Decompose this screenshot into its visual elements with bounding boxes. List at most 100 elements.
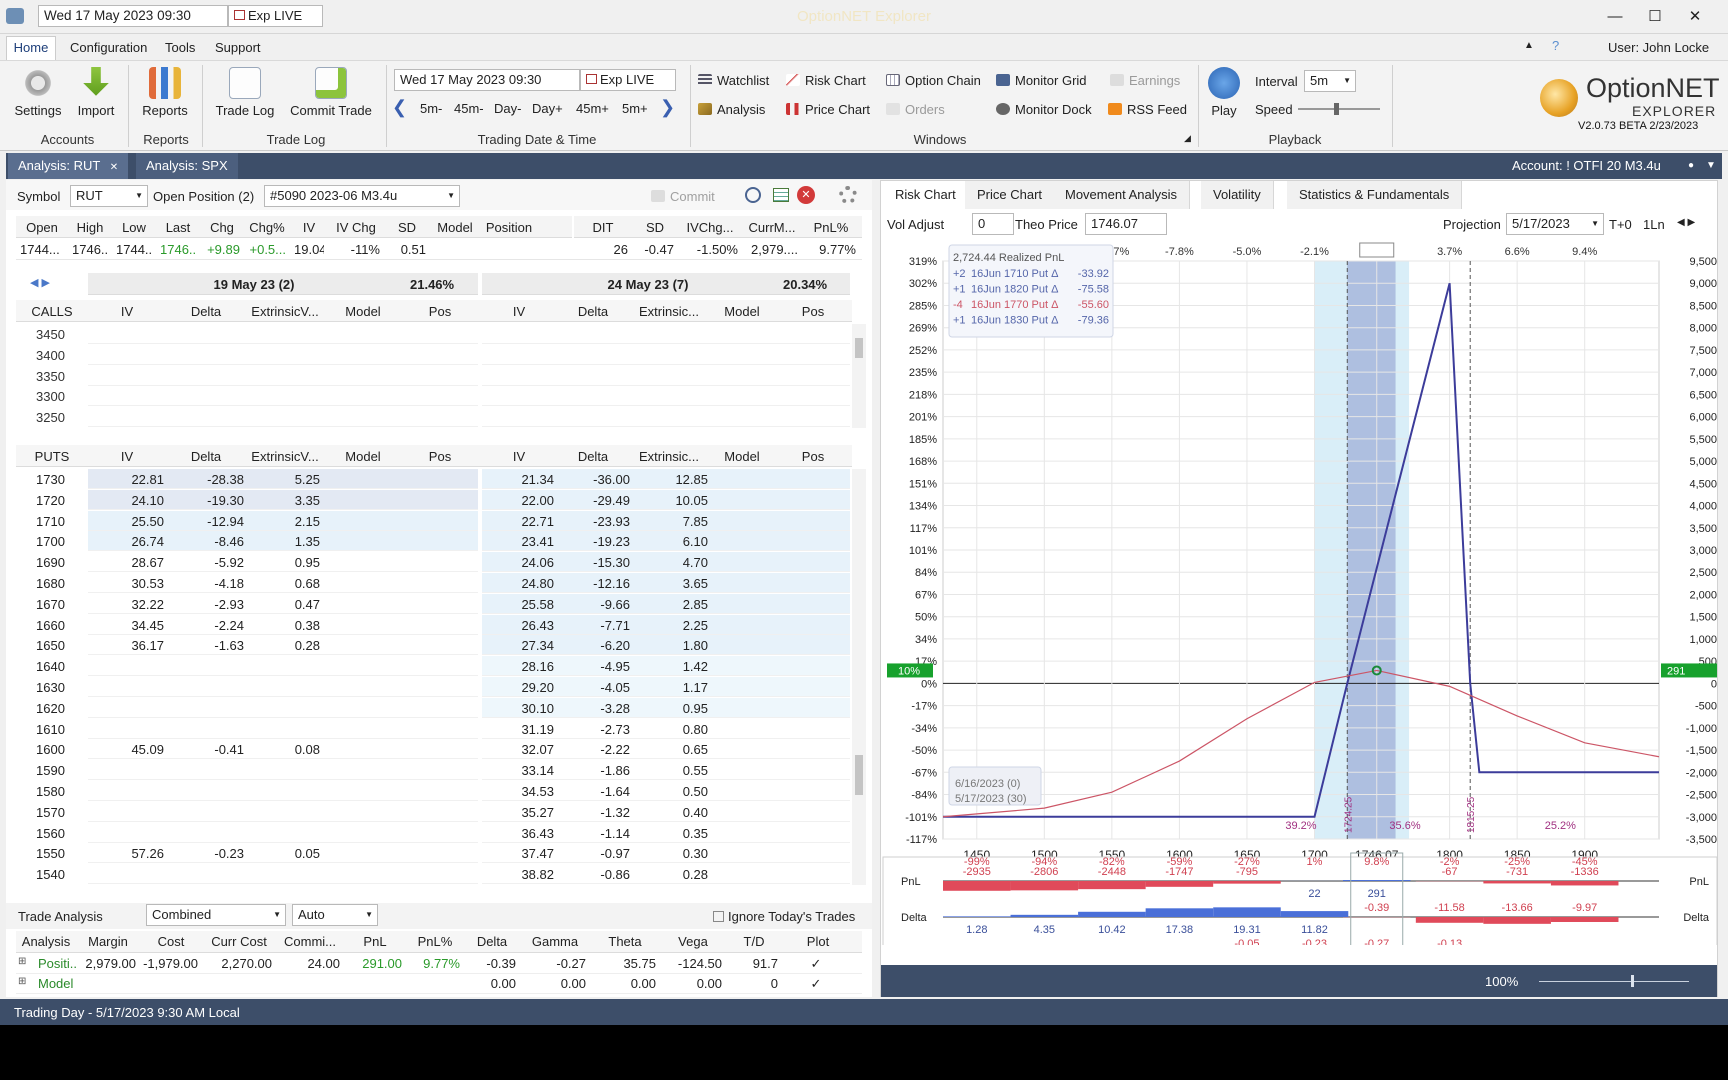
plot-checkbox[interactable]: ✓ [782,976,850,992]
chain-row[interactable] [88,324,478,344]
chain-row[interactable] [88,781,478,801]
theo-price-spinner[interactable]: 1746.07 [1085,213,1167,235]
close-icon[interactable]: ✕ [1684,6,1706,28]
close-tab-icon[interactable]: ✕ [110,162,118,173]
tab-risk-chart[interactable]: Risk Chart [883,181,969,209]
maximize-icon[interactable]: ☐ [1644,6,1666,28]
zoom-slider[interactable] [1539,981,1689,982]
import-button[interactable]: Import [70,67,122,118]
chain-scrollbar[interactable] [852,469,866,885]
expand-icon[interactable]: ⊞ [18,976,26,987]
commit-button[interactable]: Commit [651,189,715,204]
step-5m-back[interactable]: 5m- [420,101,442,116]
chain-row[interactable] [88,760,478,781]
monitor-dock-button[interactable]: Monitor Dock [996,102,1092,117]
chevron-down-icon[interactable]: ▼ [1343,71,1351,91]
chain-row[interactable] [88,407,478,428]
settings-button[interactable]: Settings [12,67,64,118]
chevron-down-icon[interactable]: ▼ [1591,214,1599,234]
watchlist-button[interactable]: Watchlist [698,73,769,88]
rss-feed-button[interactable]: RSS Feed [1108,102,1187,117]
scroll-left-icon[interactable]: ◀ ▶ [30,276,50,289]
interval-select[interactable]: 5m ▼ [1304,70,1356,92]
chain-row[interactable] [88,697,478,718]
analysis-auto-select[interactable]: Auto ▼ [292,904,378,926]
earnings-button[interactable]: Earnings [1110,73,1180,88]
analysis-mode-select[interactable]: Combined ▼ [146,904,286,926]
step-day-back[interactable]: Day- [494,101,521,116]
chain-row[interactable] [482,365,850,386]
tab-price-chart[interactable]: Price Chart [965,181,1056,209]
expand-icon[interactable]: ⊞ [18,956,26,967]
step-forward-icon[interactable]: ❯ [660,97,675,118]
scrollbar-thumb[interactable] [855,755,863,795]
tab-support[interactable]: Support [215,40,261,55]
tab-analysis-rut[interactable]: Analysis: RUT ✕ [8,153,129,179]
risk-chart-button[interactable]: Risk Chart [786,73,866,88]
chain-row[interactable] [88,718,478,739]
tab-volatility[interactable]: Volatility [1201,181,1274,209]
gear-icon[interactable] [839,186,857,204]
monitor-grid-button[interactable]: Monitor Grid [996,73,1087,88]
orders-button[interactable]: Orders [886,102,945,117]
close-position-icon[interactable]: ✕ [797,186,815,204]
checkbox-icon[interactable] [713,911,724,922]
chain-row[interactable] [482,386,850,407]
chain-row[interactable] [482,407,850,428]
vol-adjust-spinner[interactable]: 0 [972,213,1014,235]
projection-select[interactable]: 5/17/2023 ▼ [1506,213,1604,235]
trading-exp-field[interactable]: Exp LIVE [580,69,676,91]
search-icon[interactable] [745,187,761,203]
step-day-forward[interactable]: Day+ [532,101,563,116]
chain-row[interactable] [482,324,850,344]
step-45m-forward[interactable]: 45m+ [576,101,609,116]
tab-tools[interactable]: Tools [165,40,195,55]
play-button[interactable]: Play [1204,67,1244,118]
speed-slider-thumb[interactable] [1334,103,1339,115]
chain-row[interactable] [88,864,478,885]
tab-home[interactable]: Home [6,36,56,60]
collapse-ribbon-icon[interactable]: ▲ [1524,40,1534,51]
reports-button[interactable]: Reports [136,67,194,118]
chain-row[interactable] [88,344,478,365]
calendar-icon[interactable] [586,74,597,84]
chain-row[interactable] [88,365,478,386]
step-5m-forward[interactable]: 5m+ [622,101,648,116]
price-chart-button[interactable]: Price Chart [786,102,870,117]
trade-log-button[interactable]: Trade Log [212,67,278,118]
risk-chart[interactable]: 319% 9,500 302% 9,000 285% 8,500 269% 8,000 252%… [881,233,1719,945]
plot-checkbox[interactable]: ✓ [782,956,850,972]
chain-row[interactable] [88,801,478,822]
speed-slider[interactable] [1298,103,1380,115]
chevron-down-icon[interactable]: ▼ [365,905,373,925]
chain-row[interactable] [88,386,478,407]
position-select[interactable]: #5090 2023-06 M3.4u ▼ [264,185,460,207]
chain-row[interactable] [88,656,478,677]
scrollbar-thumb[interactable] [855,338,863,358]
option-chain-button[interactable]: Option Chain [886,73,981,88]
arrows-icon[interactable]: ◀ ▶ [1677,217,1695,228]
chevron-down-icon[interactable]: ▼ [135,186,143,206]
tab-statistics-fundamentals[interactable]: Statistics & Fundamentals [1287,181,1463,209]
step-45m-back[interactable]: 45m- [454,101,484,116]
tab-configuration[interactable]: Configuration [70,40,147,55]
help-icon[interactable]: ? [1552,38,1559,53]
tab-analysis-spx[interactable]: Analysis: SPX [136,153,238,179]
commit-trade-button[interactable]: Commit Trade [286,67,376,118]
account-menu-icon[interactable]: ▼ [1696,153,1726,179]
chain-row[interactable] [88,822,478,843]
analysis-button[interactable]: Analysis [698,102,765,117]
zoom-slider-thumb[interactable] [1631,975,1634,987]
chain-row[interactable] [482,344,850,365]
symbol-select[interactable]: RUT ▼ [70,185,148,207]
tab-movement-analysis[interactable]: Movement Analysis [1053,181,1190,209]
chevron-down-icon[interactable]: ▼ [447,186,455,206]
windows-expand-icon[interactable]: ◢ [1184,133,1191,144]
chevron-down-icon[interactable]: ▼ [273,905,281,925]
trading-datetime-field[interactable]: Wed 17 May 2023 09:30 [394,69,580,91]
chain-row[interactable] [88,677,478,697]
step-back-icon[interactable]: ❮ [392,97,407,118]
minimize-icon[interactable]: — [1604,6,1626,28]
table-icon[interactable] [773,188,789,202]
ignore-today-checkbox[interactable]: Ignore Today's Trades [713,909,855,924]
